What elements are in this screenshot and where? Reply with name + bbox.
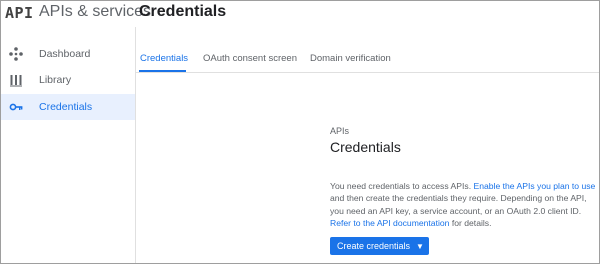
- sidebar-item-label: Library: [39, 74, 72, 86]
- active-tab-indicator: [139, 70, 186, 72]
- page-title: Credentials: [139, 3, 227, 20]
- library-icon: [9, 73, 23, 87]
- sidebar: Dashboard Library Credentials: [1, 27, 136, 263]
- api-documentation-link[interactable]: Refer to the API documentation: [330, 218, 449, 228]
- sidebar-item-label: Dashboard: [39, 48, 91, 60]
- tab-bar: Credentials OAuth consent screen Domain …: [136, 45, 599, 73]
- create-credentials-label: Create credentials: [337, 241, 411, 251]
- credentials-description: You need credentials to access APIs. Ena…: [330, 180, 598, 229]
- description-text: You need credentials to access APIs.: [330, 181, 474, 191]
- tab-domain-verification[interactable]: Domain verification: [310, 53, 391, 64]
- description-text: and then create the credentials they req…: [330, 193, 587, 216]
- sidebar-item-dashboard[interactable]: Dashboard: [1, 41, 135, 67]
- tab-credentials[interactable]: Credentials: [140, 53, 188, 64]
- api-logo: API: [5, 4, 34, 22]
- description-text: for details.: [449, 217, 492, 228]
- sidebar-item-library[interactable]: Library: [1, 67, 135, 93]
- top-header: API APIs & services Credentials: [1, 1, 599, 27]
- product-name: APIs & services: [39, 3, 152, 20]
- section-eyebrow: APIs: [330, 126, 350, 136]
- dashboard-icon: [9, 47, 23, 61]
- app-window: API APIs & services Credentials Dashboar…: [0, 0, 600, 264]
- caret-down-icon: ▼: [416, 241, 424, 251]
- enable-apis-link[interactable]: Enable the APIs you plan to use: [473, 181, 595, 191]
- sidebar-item-credentials[interactable]: Credentials: [1, 94, 135, 120]
- section-title: Credentials: [330, 139, 401, 155]
- sidebar-item-label: Credentials: [39, 101, 93, 113]
- tab-oauth-consent-screen[interactable]: OAuth consent screen: [203, 53, 297, 64]
- create-credentials-button[interactable]: Create credentials ▼: [330, 237, 429, 255]
- key-icon: [9, 100, 23, 114]
